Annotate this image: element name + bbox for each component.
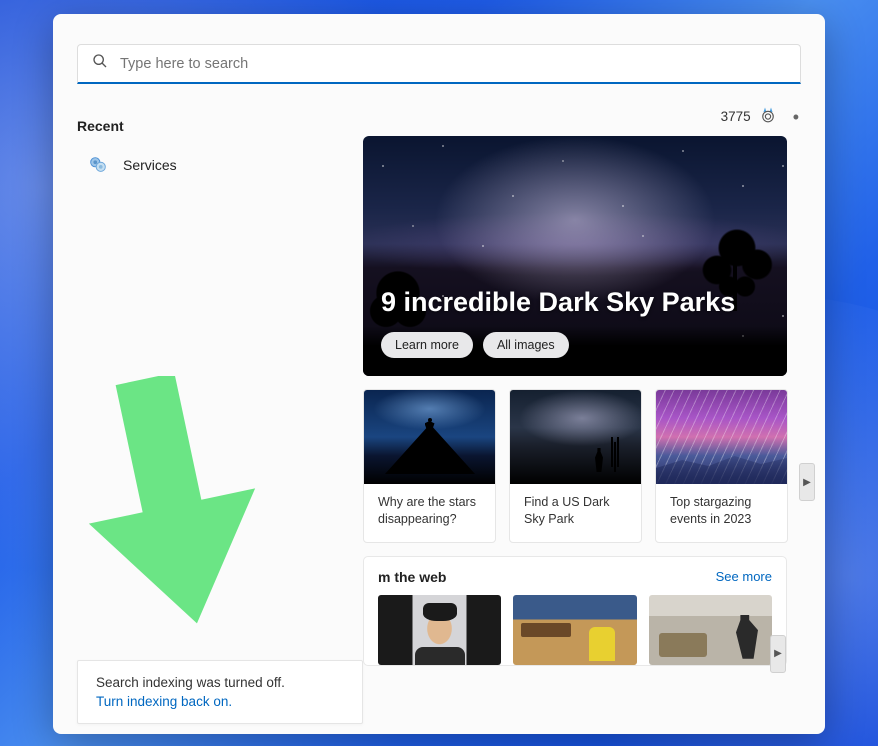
- card-image: [656, 390, 787, 484]
- indexing-message: Search indexing was turned off.: [96, 675, 344, 690]
- learn-more-button[interactable]: Learn more: [381, 332, 473, 358]
- overflow-menu-icon[interactable]: •: [793, 108, 799, 126]
- indexing-notice: Search indexing was turned off. Turn ind…: [77, 660, 363, 724]
- services-icon: [87, 154, 109, 176]
- recent-header: Recent: [77, 118, 347, 134]
- related-cards-row: Why are the stars disappearing? Find a U…: [363, 389, 801, 543]
- recent-item-services[interactable]: Services: [77, 148, 347, 182]
- card-title: Find a US Dark Sky Park: [510, 484, 641, 542]
- web-thumbnail[interactable]: [378, 595, 501, 665]
- search-panel: Recent Services Search indexing was turn…: [53, 14, 825, 734]
- chevron-right-icon: ▶: [774, 648, 782, 659]
- rewards-row[interactable]: 3775 •: [721, 106, 799, 127]
- right-column: 3775 • 9 incredible Dark Sky Parks: [363, 96, 801, 734]
- green-arrow-annotation: [77, 376, 267, 636]
- related-card[interactable]: Why are the stars disappearing?: [363, 389, 496, 543]
- from-the-web-section: m the web See more ▶: [363, 556, 787, 666]
- card-image: [364, 390, 495, 484]
- indexing-link[interactable]: Turn indexing back on.: [96, 694, 344, 709]
- web-section-header: m the web: [378, 569, 446, 585]
- related-card[interactable]: Find a US Dark Sky Park: [509, 389, 642, 543]
- see-more-link[interactable]: See more: [716, 569, 772, 584]
- hero-card[interactable]: 9 incredible Dark Sky Parks Learn more A…: [363, 136, 787, 376]
- recent-item-label: Services: [123, 157, 177, 173]
- all-images-button[interactable]: All images: [483, 332, 569, 358]
- search-icon: [92, 53, 108, 74]
- web-thumbnail[interactable]: [513, 595, 636, 665]
- left-column: Recent Services Search indexing was turn…: [77, 96, 347, 734]
- rewards-points: 3775: [721, 109, 751, 124]
- scroll-right-button[interactable]: ▶: [799, 463, 815, 501]
- chevron-right-icon: ▶: [803, 477, 811, 488]
- card-title: Top stargazing events in 2023: [656, 484, 787, 542]
- rewards-medal-icon: [759, 106, 777, 127]
- hero-title: 9 incredible Dark Sky Parks: [381, 287, 735, 318]
- web-thumbnail[interactable]: [649, 595, 772, 665]
- card-title: Why are the stars disappearing?: [364, 484, 495, 542]
- search-bar[interactable]: [77, 44, 801, 84]
- search-input[interactable]: [120, 56, 786, 72]
- related-card[interactable]: Top stargazing events in 2023: [655, 389, 788, 543]
- card-image: [510, 390, 641, 484]
- scroll-right-button[interactable]: ▶: [770, 635, 786, 673]
